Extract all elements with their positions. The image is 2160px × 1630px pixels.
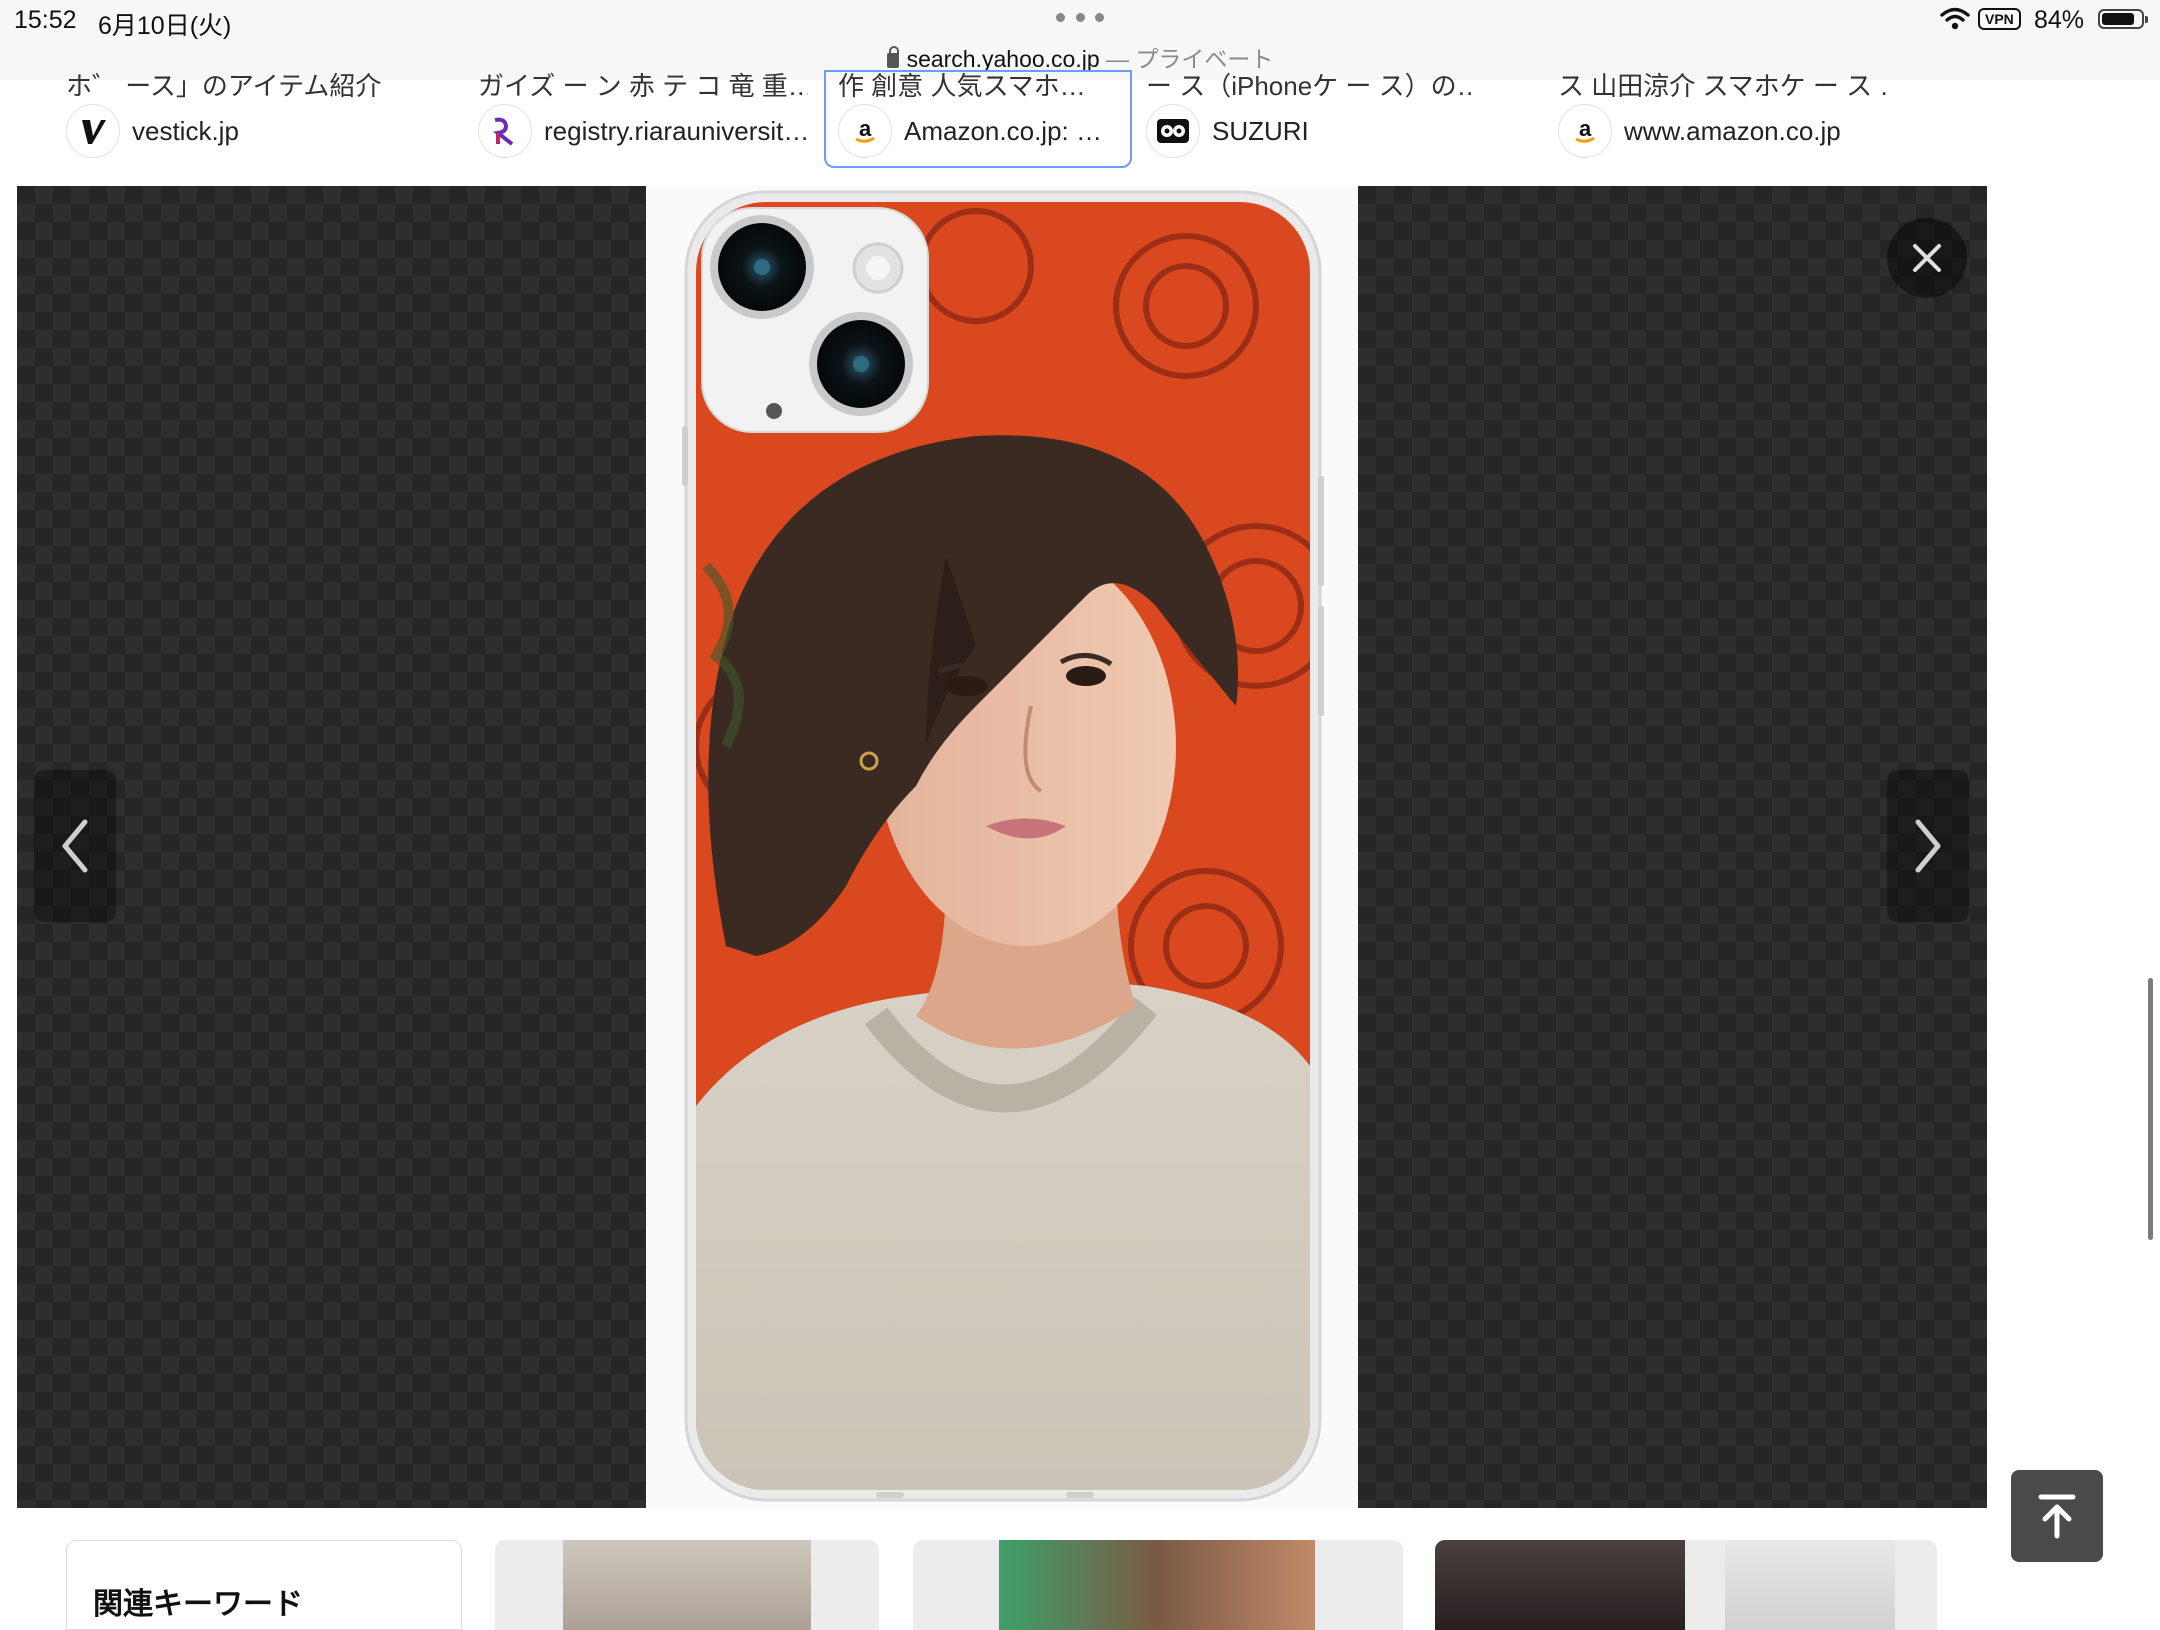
scroll-to-top-button[interactable] bbox=[2011, 1470, 2103, 1562]
related-thumbnail-2[interactable] bbox=[913, 1540, 1403, 1630]
amazon-favicon-icon: a bbox=[838, 104, 892, 158]
source-name: www.amazon.co.jp bbox=[1624, 115, 1841, 146]
source-name: vestick.jp bbox=[132, 115, 239, 146]
arrow-up-to-top-icon bbox=[2038, 1494, 2076, 1539]
source-name: SUZURI bbox=[1212, 115, 1309, 146]
image-source-strip: ホ゛ ース」のアイテム紹介 vestick.jp ガイズ ー ン 赤 テ コ 竜… bbox=[0, 70, 2160, 168]
thumbnail-image bbox=[1435, 1540, 1685, 1630]
vestick-favicon-icon bbox=[66, 104, 120, 158]
amazon-favicon-icon: a bbox=[1558, 104, 1612, 158]
status-time: 15:52 bbox=[14, 6, 77, 34]
source-title: 作 創意 人気スマホ… bbox=[838, 71, 1086, 101]
phone-case-photo[interactable] bbox=[646, 186, 1358, 1508]
previous-image-button[interactable] bbox=[34, 770, 116, 922]
source-name: Amazon.co.jp: … bbox=[904, 115, 1102, 146]
thumbnail-image bbox=[1725, 1540, 1895, 1630]
source-title: ガイズ ー ン 赤 テ コ 竜 重… bbox=[478, 71, 808, 101]
source-title: ホ゛ ース」のアイテム紹介 bbox=[66, 71, 382, 101]
suzuri-favicon-icon bbox=[1146, 104, 1200, 158]
source-title: ー ス（iPhoneケ ー ス）の… bbox=[1146, 71, 1476, 101]
page-scrollbar[interactable] bbox=[2148, 978, 2153, 1240]
chevron-right-icon bbox=[1915, 819, 1941, 873]
related-thumbnail-3[interactable] bbox=[1435, 1540, 1937, 1630]
source-title: ス 山田涼介 スマホケ ー ス … bbox=[1558, 71, 1888, 101]
status-date: 6月10日(火) bbox=[98, 12, 232, 40]
related-keywords-title: 関連キーワード bbox=[93, 1588, 303, 1621]
svg-text:a: a bbox=[1579, 116, 1592, 141]
more-dots-icon[interactable] bbox=[1056, 13, 1104, 23]
close-viewer-button[interactable] bbox=[1887, 218, 1967, 298]
next-image-button[interactable] bbox=[1887, 770, 1969, 922]
source-name: registry.riarauniversit… bbox=[544, 115, 810, 146]
thumbnail-image bbox=[999, 1540, 1315, 1630]
image-viewer bbox=[17, 186, 1987, 1508]
battery-icon bbox=[2098, 9, 2148, 29]
riara-favicon-icon bbox=[478, 104, 532, 158]
svg-text:a: a bbox=[859, 116, 872, 141]
chevron-left-icon bbox=[62, 819, 88, 873]
related-keywords-card[interactable]: 関連キーワード bbox=[66, 1540, 462, 1630]
close-icon bbox=[1913, 244, 1941, 272]
related-thumbnail-1[interactable] bbox=[495, 1540, 879, 1630]
wifi-icon bbox=[1940, 7, 1970, 30]
vpn-badge: VPN bbox=[1978, 8, 2021, 30]
battery-percent: 84% bbox=[2034, 6, 2085, 34]
thumbnail-image bbox=[563, 1540, 811, 1630]
